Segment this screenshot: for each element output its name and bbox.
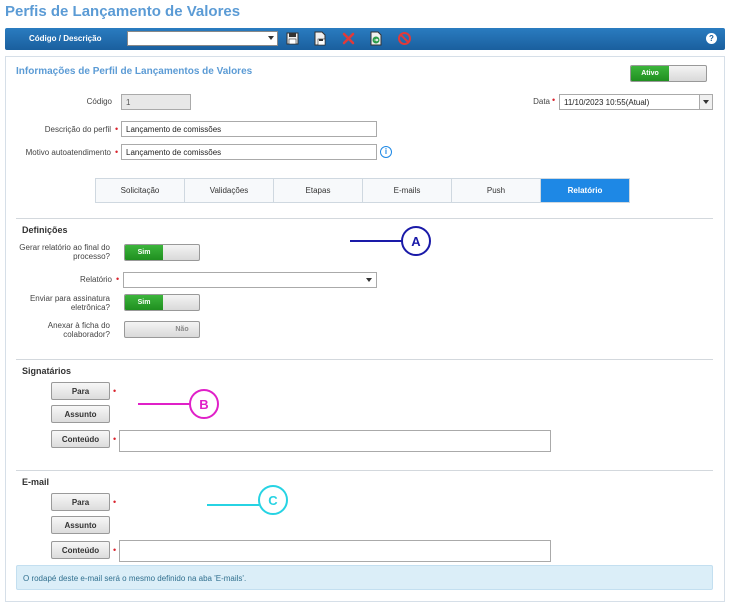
status-toggle-label: Ativo: [631, 66, 669, 81]
required-mark: •: [115, 124, 119, 134]
toolbar: Código / Descrição ?: [5, 28, 725, 50]
chevron-down-icon: [366, 278, 372, 282]
email-conteudo-button[interactable]: Conteúdo: [51, 541, 110, 559]
cancel-icon[interactable]: [397, 31, 412, 46]
gerar-relatorio-label-line2: processo?: [73, 252, 110, 261]
tab-push[interactable]: Push: [452, 179, 541, 202]
anexar-toggle[interactable]: Não: [124, 321, 200, 338]
assinatura-label-line2: eletrônica?: [70, 303, 110, 312]
status-toggle[interactable]: Ativo: [630, 65, 707, 82]
anexar-value: Não: [175, 326, 189, 333]
signatarios-title: Signatários: [22, 366, 72, 376]
tab-etapas[interactable]: Etapas: [274, 179, 363, 202]
gerar-relatorio-label-line1: Gerar relatório ao final do: [19, 243, 110, 252]
descricao-label: Descrição do perfil: [44, 125, 111, 134]
gerar-relatorio-toggle[interactable]: Sim: [124, 244, 200, 261]
chevron-down-icon: [268, 36, 274, 40]
export-icon[interactable]: [368, 31, 383, 46]
signatarios-conteudo-input[interactable]: [119, 430, 551, 452]
gerar-relatorio-label: Gerar relatório ao final do processo?: [10, 243, 110, 261]
delete-icon[interactable]: [341, 31, 356, 46]
email-para-button[interactable]: Para: [51, 493, 110, 511]
required-mark: •: [552, 95, 556, 105]
marker-a-line: [350, 240, 402, 242]
email-conteudo-input[interactable]: [119, 540, 551, 562]
email-footer-info: O rodapé deste e-mail será o mesmo defin…: [16, 565, 713, 590]
descricao-input[interactable]: Lançamento de comissões: [121, 121, 377, 137]
section-title: Informações de Perfil de Lançamentos de …: [16, 66, 253, 77]
tab-solicitacao[interactable]: Solicitação: [96, 179, 185, 202]
definicoes-title: Definições: [22, 225, 68, 235]
assinatura-label: Enviar para assinatura eletrônica?: [10, 294, 110, 312]
data-label: Data: [533, 97, 550, 106]
relatorio-select[interactable]: [123, 272, 377, 288]
email-assunto-button[interactable]: Assunto: [51, 516, 110, 534]
signatarios-para-button[interactable]: Para: [51, 382, 110, 400]
email-title: E-mail: [22, 477, 50, 487]
anexar-label-line1: Anexar à ficha do: [47, 321, 110, 330]
anexar-label: Anexar à ficha do colaborador?: [10, 321, 110, 339]
chevron-down-icon: [703, 100, 709, 104]
marker-c: C: [258, 485, 288, 515]
data-dropdown-button[interactable]: [699, 95, 712, 109]
required-mark: •: [115, 147, 119, 157]
toolbar-label: Código / Descrição: [29, 34, 102, 43]
required-mark: •: [116, 274, 120, 284]
save-as-icon[interactable]: [312, 31, 327, 46]
motivo-label: Motivo autoatendimento: [25, 148, 111, 157]
info-icon[interactable]: i: [380, 146, 392, 158]
divider: [16, 470, 713, 471]
relatorio-label: Relatório: [79, 275, 112, 284]
data-value: 11/10/2023 10:55(Atual): [564, 98, 650, 107]
tab-bar: Solicitação Validações Etapas E-mails Pu…: [95, 178, 630, 203]
data-select[interactable]: 11/10/2023 10:55(Atual): [559, 94, 713, 110]
signatarios-conteudo-button[interactable]: Conteúdo: [51, 430, 110, 448]
divider: [16, 359, 713, 360]
codigo-label: Código: [86, 97, 112, 106]
gerar-relatorio-value: Sim: [125, 245, 163, 260]
assinatura-value: Sim: [125, 295, 163, 310]
anexar-label-line2: colaborador?: [63, 330, 110, 339]
marker-a: A: [401, 226, 431, 256]
codigo-field[interactable]: 1: [121, 94, 191, 110]
required-mark: •: [113, 386, 117, 396]
main-panel: [5, 56, 725, 602]
signatarios-assunto-button[interactable]: Assunto: [51, 405, 110, 423]
required-mark: •: [113, 545, 117, 555]
tab-relatorio[interactable]: Relatório: [541, 179, 629, 202]
required-mark: •: [113, 434, 117, 444]
required-mark: •: [113, 497, 117, 507]
tab-emails[interactable]: E-mails: [363, 179, 452, 202]
page-title: Perfis de Lançamento de Valores: [5, 3, 241, 20]
marker-b: B: [189, 389, 219, 419]
marker-b-line: [138, 403, 190, 405]
motivo-input[interactable]: Lançamento de comissões: [121, 144, 377, 160]
codigo-descricao-select[interactable]: [127, 31, 278, 46]
save-icon[interactable]: [285, 31, 300, 46]
assinatura-toggle[interactable]: Sim: [124, 294, 200, 311]
divider: [16, 218, 713, 219]
marker-c-line: [207, 504, 259, 506]
assinatura-label-line1: Enviar para assinatura: [29, 294, 110, 303]
tab-validacoes[interactable]: Validações: [185, 179, 274, 202]
help-icon[interactable]: ?: [706, 33, 717, 44]
